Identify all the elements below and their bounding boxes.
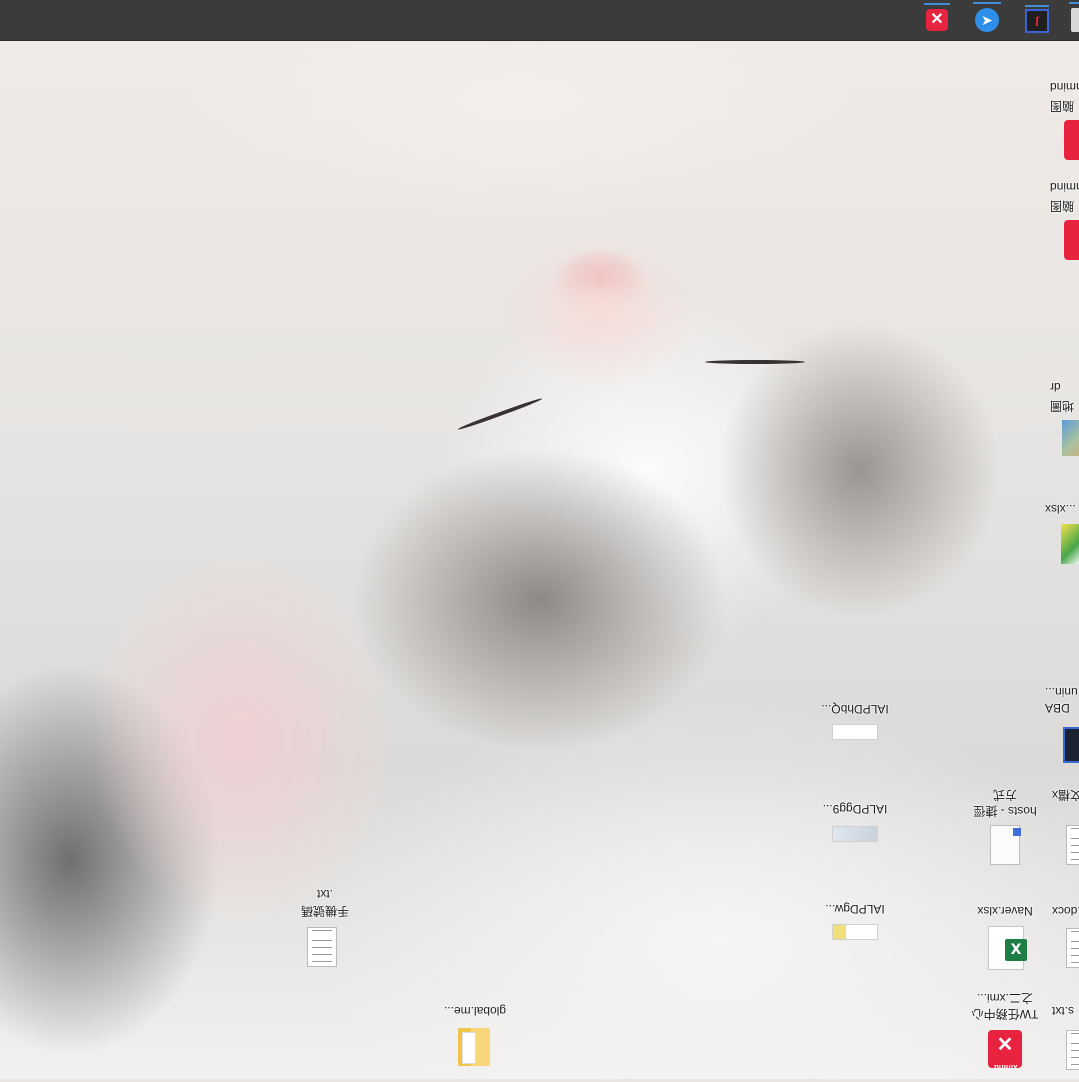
desktop-item-label: .txt (317, 887, 334, 901)
shortcut-file-icon (990, 825, 1021, 865)
cat-eye-decoration (705, 360, 805, 364)
chart-icon (1061, 524, 1079, 564)
desktop-item-label: IALPDgw... (825, 902, 885, 916)
desktop-item-label: 地圖 (1050, 399, 1075, 413)
desktop-item-label: hmind (1050, 80, 1079, 94)
desktop-item-label: 脑图 (1050, 199, 1075, 213)
desktop-item-label: dr (1050, 380, 1061, 394)
desktop-item-label: IALPDhbQ... (821, 702, 889, 716)
image-thumbnail-icon (832, 724, 878, 740)
taskbar: ✕ ➤ ſ (0, 0, 1079, 41)
dark-app-icon (1063, 727, 1079, 763)
desktop-item-partial-dba[interactable]: unin... DBA (1045, 683, 1079, 768)
folder-icon (458, 1028, 490, 1066)
desktop-item-label: 文檔x (1052, 788, 1079, 802)
desktop-item-label: hmind (1050, 180, 1079, 194)
desktop-item-label: hosts - 捷徑 (973, 804, 1037, 818)
desktop-item-naver-xlsx[interactable]: Naver.xlsx X (960, 902, 1050, 974)
desktop-item-label: 之二.xmi... (977, 991, 1033, 1005)
excel-icon: X (988, 926, 1027, 970)
desktop-item-label: ...xlsx (1045, 502, 1076, 516)
desktop-item-label: 手機號碼 (301, 904, 350, 918)
desktop-item-partial-xmind-3[interactable]: hmind 脑图 (1050, 80, 1079, 165)
desktop-wallpaper (0, 40, 1079, 1079)
image-thumbnail-icon (832, 924, 878, 940)
desktop-item-label: DBA (1045, 701, 1070, 715)
map-icon (1062, 420, 1079, 456)
desktop-item-label: 方式 (993, 788, 1018, 802)
desktop-item-ialpdgw-image[interactable]: IALPDgw... (810, 900, 900, 950)
desktop-item-partial-docx[interactable]: o.docx (1052, 902, 1079, 974)
desktop-item-label: unin... (1045, 685, 1078, 699)
text-file-icon (1066, 825, 1079, 865)
window-edge-icon[interactable] (1069, 2, 1079, 32)
xmind-icon (1064, 120, 1079, 160)
feather-app-icon[interactable]: ➤ (973, 2, 1001, 32)
desktop-item-partial-map[interactable]: dr 地圖 (1050, 380, 1079, 460)
desktop-item-partial-xmind-2[interactable]: hmind 脑图 (1050, 180, 1079, 265)
cat-eye-decoration (457, 396, 543, 432)
desktop-item-label: global.me... (443, 1004, 507, 1018)
text-file-icon (1066, 928, 1079, 968)
desktop-item-partial-xlsx-2[interactable]: ...xlsx (1045, 500, 1079, 570)
desktop-item-hosts-file[interactable]: 方式 hosts - 捷徑 (960, 785, 1050, 870)
desktop-item-partial-doc-2[interactable]: 文檔x (1052, 785, 1079, 870)
desktop-item-label: o.docx (1052, 904, 1079, 918)
desktop-item-partial-txt-1[interactable]: s.txt (1052, 1002, 1079, 1079)
app-icon[interactable]: ſ (1025, 5, 1049, 33)
desktop-item-ialpdggp-image[interactable]: IALPDgg9... (810, 800, 900, 850)
desktop-item-ialpdhbq-image[interactable]: IALPDhbQ... (810, 700, 900, 745)
image-thumbnail-icon (832, 826, 878, 842)
desktop-item-global-me-folder[interactable]: global.me... (430, 1000, 520, 1075)
desktop-item-label: 脑图 (1050, 99, 1075, 113)
desktop-item-label: IALPDgg9... (822, 802, 888, 816)
text-file-icon (307, 927, 337, 967)
desktop-item-xmind-task[interactable]: 之二.xmi... TW任務中心 ✕ xmind (960, 988, 1050, 1078)
desktop-item-txt-file-1[interactable]: .txt 手機號碼 (280, 885, 370, 975)
xmind-icon: ✕ xmind (988, 1030, 1022, 1072)
xmind-icon (1064, 220, 1079, 260)
xmind-icon[interactable]: ✕ (924, 3, 950, 31)
desktop-item-label: s.txt (1052, 1004, 1075, 1018)
desktop-item-label: Naver.xlsx (977, 904, 1033, 918)
text-file-icon (1066, 1030, 1079, 1070)
desktop-item-label: TW任務中心 (971, 1007, 1039, 1021)
